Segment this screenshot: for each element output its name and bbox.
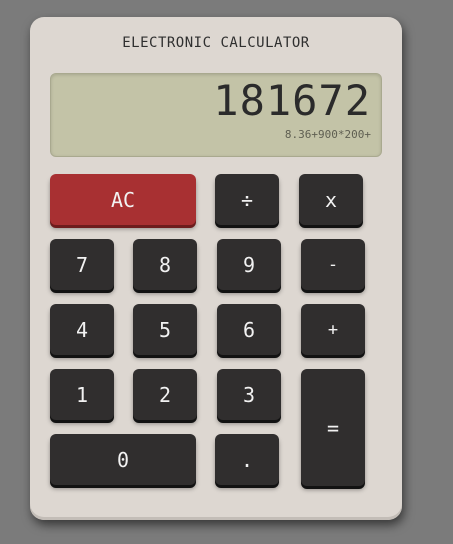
decimal-button[interactable]: . bbox=[215, 434, 279, 485]
minus-button[interactable]: - bbox=[301, 239, 365, 290]
five-button[interactable]: 5 bbox=[133, 304, 197, 355]
calculator-title: ELECTRONIC CALCULATOR bbox=[122, 35, 310, 51]
zero-button[interactable]: 0 bbox=[50, 434, 196, 485]
display-value: 181672 bbox=[213, 76, 371, 125]
six-button[interactable]: 6 bbox=[217, 304, 281, 355]
four-button[interactable]: 4 bbox=[50, 304, 114, 355]
seven-button[interactable]: 7 bbox=[50, 239, 114, 290]
all-clear-button[interactable]: AC bbox=[50, 174, 196, 225]
multiply-button[interactable]: x bbox=[299, 174, 363, 225]
two-button[interactable]: 2 bbox=[133, 369, 197, 420]
display-expression: 8.36+900*200+ bbox=[284, 128, 371, 141]
divide-button[interactable]: ÷ bbox=[215, 174, 279, 225]
nine-button[interactable]: 9 bbox=[217, 239, 281, 290]
calculator-display: 181672 8.36+900*200+ bbox=[50, 73, 382, 157]
calculator-body: ELECTRONIC CALCULATOR 181672 8.36+900*20… bbox=[30, 17, 402, 520]
three-button[interactable]: 3 bbox=[217, 369, 281, 420]
plus-button[interactable]: + bbox=[301, 304, 365, 355]
one-button[interactable]: 1 bbox=[50, 369, 114, 420]
eight-button[interactable]: 8 bbox=[133, 239, 197, 290]
equals-button[interactable]: = bbox=[301, 369, 365, 486]
